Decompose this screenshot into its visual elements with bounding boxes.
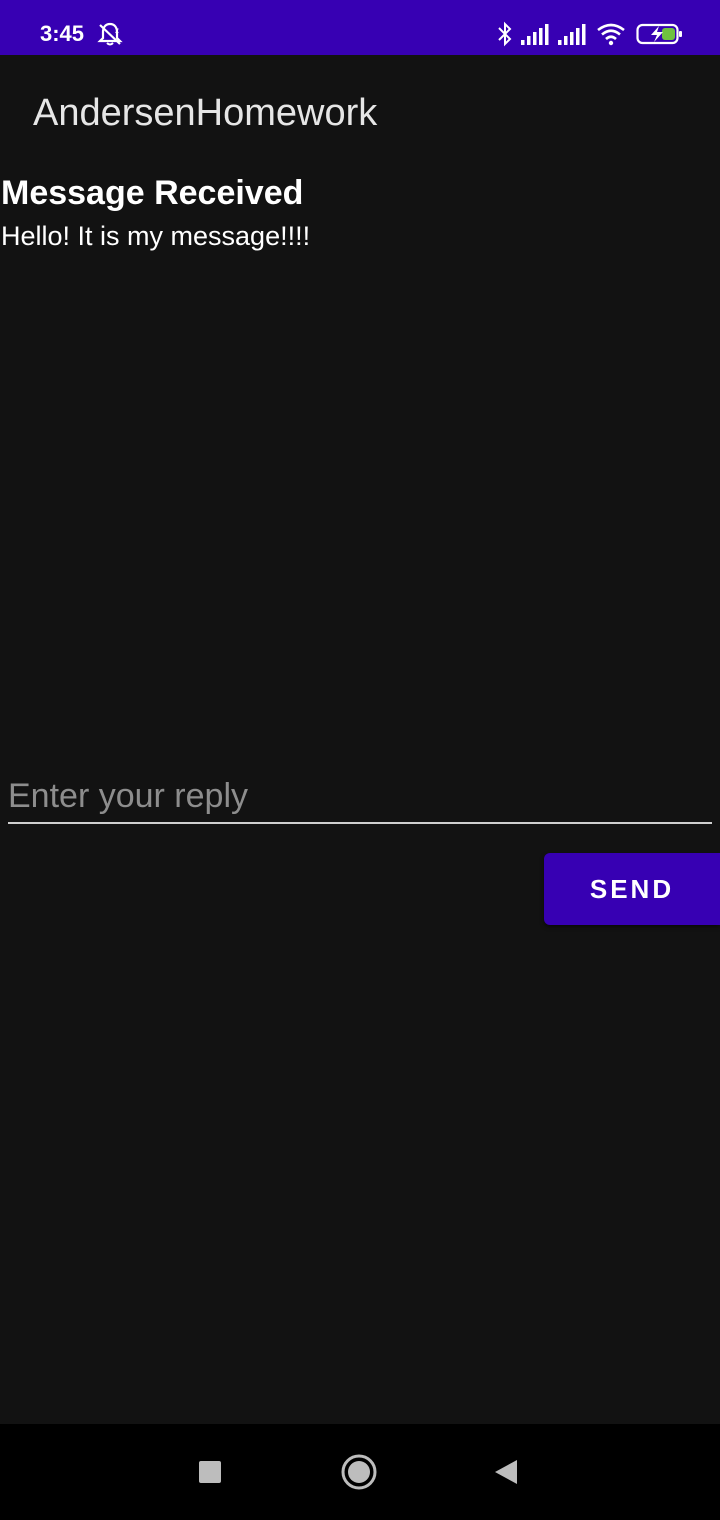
message-text: Hello! It is my message!!!!	[1, 221, 311, 251]
wifi-icon	[596, 20, 626, 48]
status-bar: 3:45 z	[0, 0, 720, 55]
home-icon[interactable]	[335, 1448, 383, 1496]
bluetooth-icon	[496, 20, 514, 48]
signal-icon	[521, 20, 551, 48]
app-bar: AndersenHomework	[0, 55, 720, 167]
alarm-off-icon: z	[96, 20, 124, 48]
app-title: AndersenHomework	[33, 92, 378, 134]
signal-icon	[558, 20, 588, 48]
message-heading: Message Received	[1, 174, 304, 212]
status-time: 3:45	[40, 21, 85, 46]
back-icon[interactable]	[482, 1448, 530, 1496]
reply-input[interactable]	[8, 770, 712, 824]
battery-charging-icon	[636, 20, 684, 48]
recents-icon[interactable]	[186, 1448, 234, 1496]
send-button[interactable]: SEND	[544, 853, 720, 925]
nav-bar	[0, 1424, 720, 1520]
svg-text:z: z	[115, 26, 119, 35]
screen: 3:45 z AndersenHomework Message Received…	[0, 0, 720, 1520]
